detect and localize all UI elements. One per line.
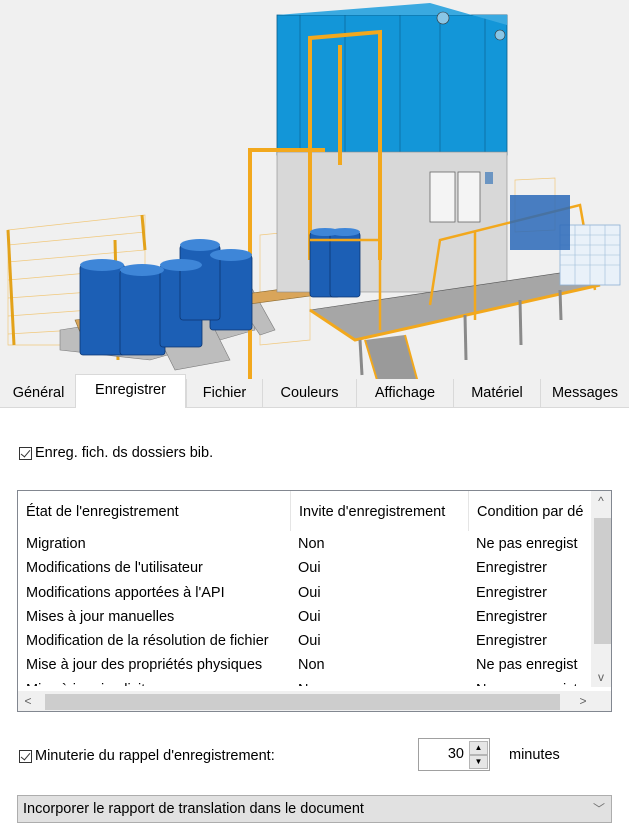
tab-materiel[interactable]: Matériel bbox=[453, 379, 540, 407]
column-header-save-state[interactable]: État de l'enregistrement bbox=[18, 491, 290, 531]
cell-default-condition: Enregistrer bbox=[476, 560, 547, 577]
stepper-up-icon[interactable]: ▲ bbox=[469, 741, 488, 755]
cell-save-prompt: Non bbox=[298, 536, 325, 552]
tab-general[interactable]: Général bbox=[0, 379, 77, 407]
cell-default-condition: Enregistrer bbox=[476, 608, 547, 625]
table-row[interactable]: Modifications de l'utilisateur Oui Enreg… bbox=[18, 556, 593, 580]
tab-affichage[interactable]: Affichage bbox=[356, 379, 453, 407]
save-in-library-folders-label: Enreg. fich. ds dossiers bib. bbox=[35, 445, 214, 461]
machine-illustration bbox=[6, 3, 621, 380]
cell-save-prompt: Oui bbox=[298, 633, 321, 650]
cell-default-condition: Ne pas enregist bbox=[468, 678, 593, 686]
table-row[interactable]: Mise à jour implicite Non Ne pas enregis… bbox=[18, 678, 593, 686]
reminder-minutes-value[interactable]: 30 bbox=[419, 739, 464, 770]
column-header-default-condition[interactable]: Condition par dé bbox=[468, 491, 593, 531]
cell-default-condition: Ne pas enregist bbox=[476, 536, 578, 552]
scroll-up-icon[interactable]: ^ bbox=[591, 491, 611, 511]
table-row[interactable]: Migration Non Ne pas enregist bbox=[18, 532, 593, 556]
horizontal-scrollbar[interactable]: < > bbox=[18, 691, 593, 711]
vertical-scrollbar[interactable]: ^ v bbox=[591, 491, 611, 687]
cell-save-prompt: Oui bbox=[298, 560, 321, 577]
save-reminder-label: Minuterie du rappel d'enregistrement: bbox=[35, 748, 275, 764]
cell-save-state: Migration bbox=[26, 536, 86, 552]
save-reminder-checkbox[interactable] bbox=[19, 749, 32, 763]
tab-enregistrer[interactable]: Enregistrer bbox=[75, 374, 186, 408]
cell-save-state: Modifications apportées à l'API bbox=[26, 584, 225, 601]
translation-report-dropdown[interactable]: Incorporer le rapport de translation dan… bbox=[17, 795, 612, 823]
options-tab-bar: Général Enregistrer Fichier Couleurs Aff… bbox=[0, 374, 629, 408]
translation-report-selected: Incorporer le rapport de translation dan… bbox=[23, 801, 364, 817]
vertical-scroll-thumb[interactable] bbox=[594, 518, 611, 644]
table-row[interactable]: Modification de la résolution de fichier… bbox=[18, 629, 593, 653]
reminder-unit-label: minutes bbox=[509, 747, 560, 763]
table-header: État de l'enregistrement Invite d'enregi… bbox=[18, 491, 593, 531]
cell-save-state: Mise à jour des propriétés physiques bbox=[26, 657, 263, 674]
save-in-library-folders-checkbox[interactable] bbox=[19, 446, 32, 460]
cell-default-condition: Enregistrer bbox=[476, 633, 547, 650]
table-row[interactable]: Mises à jour manuelles Oui Enregistrer bbox=[18, 605, 593, 629]
reminder-minutes-stepper[interactable]: 30 ▲ ▼ bbox=[418, 738, 490, 771]
save-status-table[interactable]: État de l'enregistrement Invite d'enregi… bbox=[17, 490, 612, 712]
chevron-down-icon: ﹀ bbox=[592, 802, 605, 816]
model-preview bbox=[0, 0, 629, 380]
table-body: Migration Non Ne pas enregist Modificati… bbox=[18, 532, 593, 686]
tab-messages[interactable]: Messages bbox=[540, 379, 629, 407]
ibc-containers bbox=[510, 195, 621, 286]
stepper-down-icon[interactable]: ▼ bbox=[469, 755, 488, 769]
cell-save-prompt: Non bbox=[290, 678, 468, 686]
scroll-left-icon[interactable]: < bbox=[18, 691, 38, 711]
save-reminder-option[interactable]: Minuterie du rappel d'enregistrement: bbox=[19, 748, 275, 764]
cell-save-prompt: Oui bbox=[298, 584, 321, 601]
column-header-save-prompt[interactable]: Invite d'enregistrement bbox=[290, 491, 468, 531]
tab-couleurs[interactable]: Couleurs bbox=[262, 379, 356, 407]
cell-default-condition: Enregistrer bbox=[476, 584, 547, 601]
table-row[interactable]: Modifications apportées à l'API Oui Enre… bbox=[18, 581, 593, 605]
horizontal-scroll-thumb[interactable] bbox=[45, 694, 560, 710]
save-in-library-folders-option[interactable]: Enreg. fich. ds dossiers bib. bbox=[19, 445, 213, 461]
table-row[interactable]: Mise à jour des propriétés physiques Non… bbox=[18, 653, 593, 677]
cell-save-state: Mises à jour manuelles bbox=[26, 608, 175, 625]
scroll-right-icon[interactable]: > bbox=[573, 691, 593, 711]
cell-save-state: Mise à jour implicite bbox=[18, 678, 290, 686]
cell-save-prompt: Oui bbox=[298, 608, 321, 625]
cell-save-state: Modification de la résolution de fichier bbox=[26, 633, 269, 650]
scroll-down-icon[interactable]: v bbox=[591, 667, 611, 687]
tab-fichier[interactable]: Fichier bbox=[186, 379, 262, 407]
cell-save-prompt: Non bbox=[298, 657, 325, 674]
cell-save-state: Modifications de l'utilisateur bbox=[26, 560, 203, 577]
scrollbar-corner bbox=[591, 691, 611, 711]
cell-default-condition: Ne pas enregist bbox=[476, 657, 578, 674]
